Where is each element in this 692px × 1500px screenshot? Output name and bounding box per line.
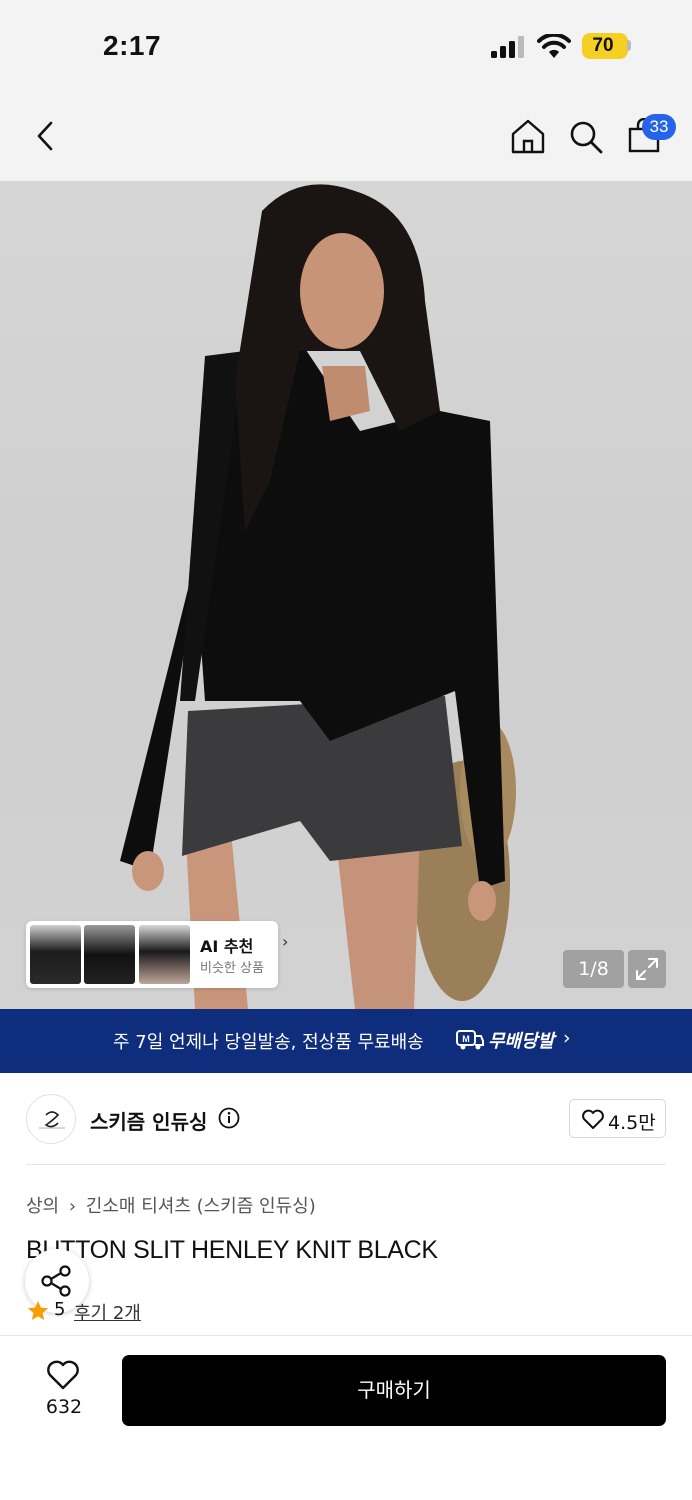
ai-recommend-card[interactable]: AI 추천 › 비슷한 상품 [26,921,288,988]
battery-cap [627,40,631,51]
signal-icon [491,36,524,58]
breadcrumb: 상의 › 긴소매 티셔츠 (스키즘 인듀싱) [26,1192,320,1218]
ai-recommend-title: AI 추천 [200,937,254,956]
buy-button[interactable]: 구매하기 [122,1355,666,1426]
brand-like-count: 4.5만 [608,1112,656,1134]
wifi-icon [537,34,571,58]
chevron-right-icon: › [563,1027,571,1049]
info-icon[interactable] [218,1107,240,1129]
ai-thumb-3[interactable] [139,925,190,984]
brand-like-button[interactable]: 4.5만 [569,1099,666,1138]
back-icon[interactable] [34,120,56,152]
star-icon [28,1301,48,1320]
review-link[interactable]: 후기 2개 [74,1299,141,1325]
banner-text: 주 7일 언제나 당일발송, 전상품 무료배송 [113,1032,424,1053]
ai-thumb-1[interactable] [30,925,81,984]
battery-icon: 70 [582,33,628,59]
banner-brand-text: 무배당발 [488,1031,555,1052]
image-counter: 1/8 [563,950,624,988]
wishlist-count: 632 [45,1396,83,1418]
banner-brand: M 무배당발 [456,1025,554,1055]
expand-icon [636,958,658,980]
breadcrumb-separator: › [68,1196,77,1217]
delivery-truck-icon: M [456,1030,484,1050]
cart-badge: 33 [642,114,676,140]
breadcrumb-item[interactable]: 상의 [26,1196,59,1217]
wishlist-heart-icon[interactable] [46,1359,80,1391]
search-icon[interactable] [568,119,604,155]
product-photo [120,184,516,1009]
shipping-banner[interactable]: 주 7일 언제나 당일발송, 전상품 무료배송 M 무배당발 › [0,1009,692,1073]
brand-logo-mark [39,1111,65,1129]
brand-logo[interactable] [26,1094,76,1144]
ai-recommend-subtitle: 비슷한 상품 [200,961,264,976]
svg-text:M: M [462,1034,470,1044]
heart-icon [582,1109,604,1129]
rating-value: 5 [54,1299,66,1320]
status-time: 2:17 [103,30,162,61]
divider [26,1164,666,1165]
ai-thumb-2[interactable] [84,925,135,984]
home-icon[interactable] [510,118,546,154]
expand-button[interactable] [628,950,666,988]
battery-level: 70 [592,35,614,56]
chevron-right-icon: › [282,932,289,951]
product-image[interactable] [0,181,692,1009]
breadcrumb-item[interactable]: 긴소매 티셔츠 (스키즘 인듀싱) [86,1196,316,1217]
brand-name[interactable]: 스키즘 인듀싱 [90,1106,207,1135]
